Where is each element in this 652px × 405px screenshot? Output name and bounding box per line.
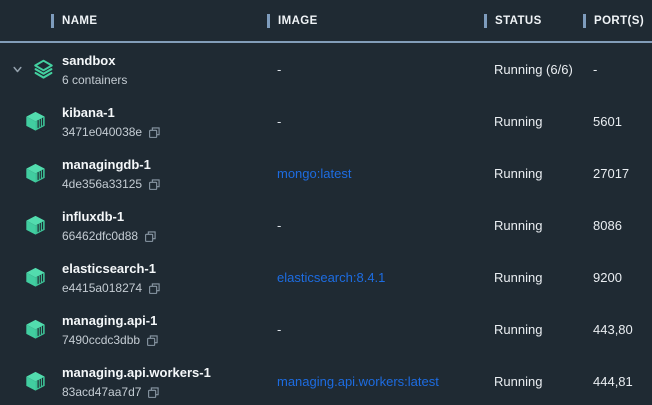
column-divider [51, 14, 54, 28]
column-header-label: STATUS [495, 15, 542, 27]
column-header-image[interactable]: IMAGE [267, 0, 484, 41]
container-subtext: e4415a018274 [62, 281, 142, 296]
container-subtext: 6 containers [62, 73, 127, 88]
status-text: Running [484, 322, 583, 337]
name-cell: elasticsearch-1 e4415a018274 [0, 251, 267, 303]
container-subtext: 4de356a33125 [62, 177, 142, 192]
column-header-name[interactable]: NAME [0, 0, 267, 41]
container-subtext: 83acd47aa7d7 [62, 385, 141, 400]
copy-id-button[interactable] [144, 230, 157, 243]
compose-stack-icon [33, 59, 54, 80]
ports-text: - [583, 62, 652, 77]
container-box-icon [25, 267, 46, 288]
image-cell: elasticsearch:8.4.1 [267, 270, 484, 285]
copy-id-button[interactable] [148, 282, 161, 295]
name-stack: managing.api-1 7490ccdc3dbb [62, 311, 159, 348]
ports-text: 444,81 [583, 374, 652, 389]
image-link[interactable]: elasticsearch:8.4.1 [277, 270, 385, 285]
chevron-down-icon[interactable] [11, 63, 23, 75]
name-stack: managing.api.workers-1 83acd47aa7d7 [62, 363, 211, 400]
column-header-ports[interactable]: PORT(S) [583, 0, 652, 41]
container-subtext: 7490ccdc3dbb [62, 333, 140, 348]
table-row[interactable]: managingdb-1 4de356a33125 mongo:latest R… [0, 147, 652, 199]
table-row[interactable]: sandbox 6 containers - Running (6/6) - [0, 43, 652, 95]
name-stack: sandbox 6 containers [62, 51, 127, 88]
status-text: Running [484, 374, 583, 389]
table-row[interactable]: elasticsearch-1 e4415a018274 elasticsear… [0, 251, 652, 303]
image-dash: - [277, 218, 281, 233]
column-divider [267, 14, 270, 28]
container-box-icon [25, 215, 46, 236]
container-box-icon [25, 371, 46, 392]
image-link[interactable]: managing.api.workers:latest [277, 374, 439, 389]
name-cell: managingdb-1 4de356a33125 [0, 147, 267, 199]
column-divider [484, 14, 487, 28]
container-name: influxdb-1 [62, 209, 124, 224]
status-text: Running [484, 270, 583, 285]
column-divider [583, 14, 586, 28]
image-cell: - [267, 114, 484, 129]
container-box-icon [25, 319, 46, 340]
status-text: Running [484, 218, 583, 233]
container-name: kibana-1 [62, 105, 115, 120]
table-row[interactable]: managing.api-1 7490ccdc3dbb - Running 44… [0, 303, 652, 355]
containers-table-header: NAME IMAGE STATUS PORT(S) [0, 0, 652, 43]
name-stack: kibana-1 3471e040038e [62, 103, 161, 140]
image-dash: - [277, 114, 281, 129]
ports-text: 9200 [583, 270, 652, 285]
containers-table: NAME IMAGE STATUS PORT(S) [0, 0, 652, 405]
column-header-label: IMAGE [278, 15, 318, 27]
image-dash: - [277, 62, 281, 77]
status-text: Running (6/6) [484, 62, 583, 77]
copy-id-button[interactable] [146, 334, 159, 347]
image-cell: - [267, 322, 484, 337]
ports-text: 27017 [583, 166, 652, 181]
copy-id-button[interactable] [148, 178, 161, 191]
name-stack: elasticsearch-1 e4415a018274 [62, 259, 161, 296]
container-name: sandbox [62, 53, 115, 68]
image-cell: - [267, 218, 484, 233]
table-row[interactable]: managing.api.workers-1 83acd47aa7d7 mana… [0, 355, 652, 405]
image-dash: - [277, 322, 281, 337]
container-name: managingdb-1 [62, 157, 151, 172]
name-stack: managingdb-1 4de356a33125 [62, 155, 161, 192]
name-cell: sandbox 6 containers [0, 43, 267, 95]
container-name: managing.api.workers-1 [62, 365, 211, 380]
image-link[interactable]: mongo:latest [277, 166, 351, 181]
container-box-icon [25, 111, 46, 132]
container-name: elasticsearch-1 [62, 261, 156, 276]
ports-text: 8086 [583, 218, 652, 233]
copy-id-button[interactable] [148, 126, 161, 139]
container-subtext: 66462dfc0d88 [62, 229, 138, 244]
status-text: Running [484, 166, 583, 181]
column-header-status[interactable]: STATUS [484, 0, 583, 41]
column-header-label: PORT(S) [594, 15, 644, 27]
image-cell: mongo:latest [267, 166, 484, 181]
table-row[interactable]: kibana-1 3471e040038e - Running 5601 [0, 95, 652, 147]
container-box-icon [25, 163, 46, 184]
column-header-label: NAME [62, 15, 97, 27]
name-cell: managing.api.workers-1 83acd47aa7d7 [0, 355, 267, 405]
ports-text: 5601 [583, 114, 652, 129]
status-text: Running [484, 114, 583, 129]
containers-table-body: sandbox 6 containers - Running (6/6) - [0, 43, 652, 405]
container-name: managing.api-1 [62, 313, 157, 328]
copy-id-button[interactable] [147, 386, 160, 399]
name-cell: managing.api-1 7490ccdc3dbb [0, 303, 267, 355]
image-cell: managing.api.workers:latest [267, 374, 484, 389]
container-subtext: 3471e040038e [62, 125, 142, 140]
table-row[interactable]: influxdb-1 66462dfc0d88 - Running 8086 [0, 199, 652, 251]
name-cell: influxdb-1 66462dfc0d88 [0, 199, 267, 251]
image-cell: - [267, 62, 484, 77]
name-stack: influxdb-1 66462dfc0d88 [62, 207, 157, 244]
name-cell: kibana-1 3471e040038e [0, 95, 267, 147]
ports-text: 443,80 [583, 322, 652, 337]
